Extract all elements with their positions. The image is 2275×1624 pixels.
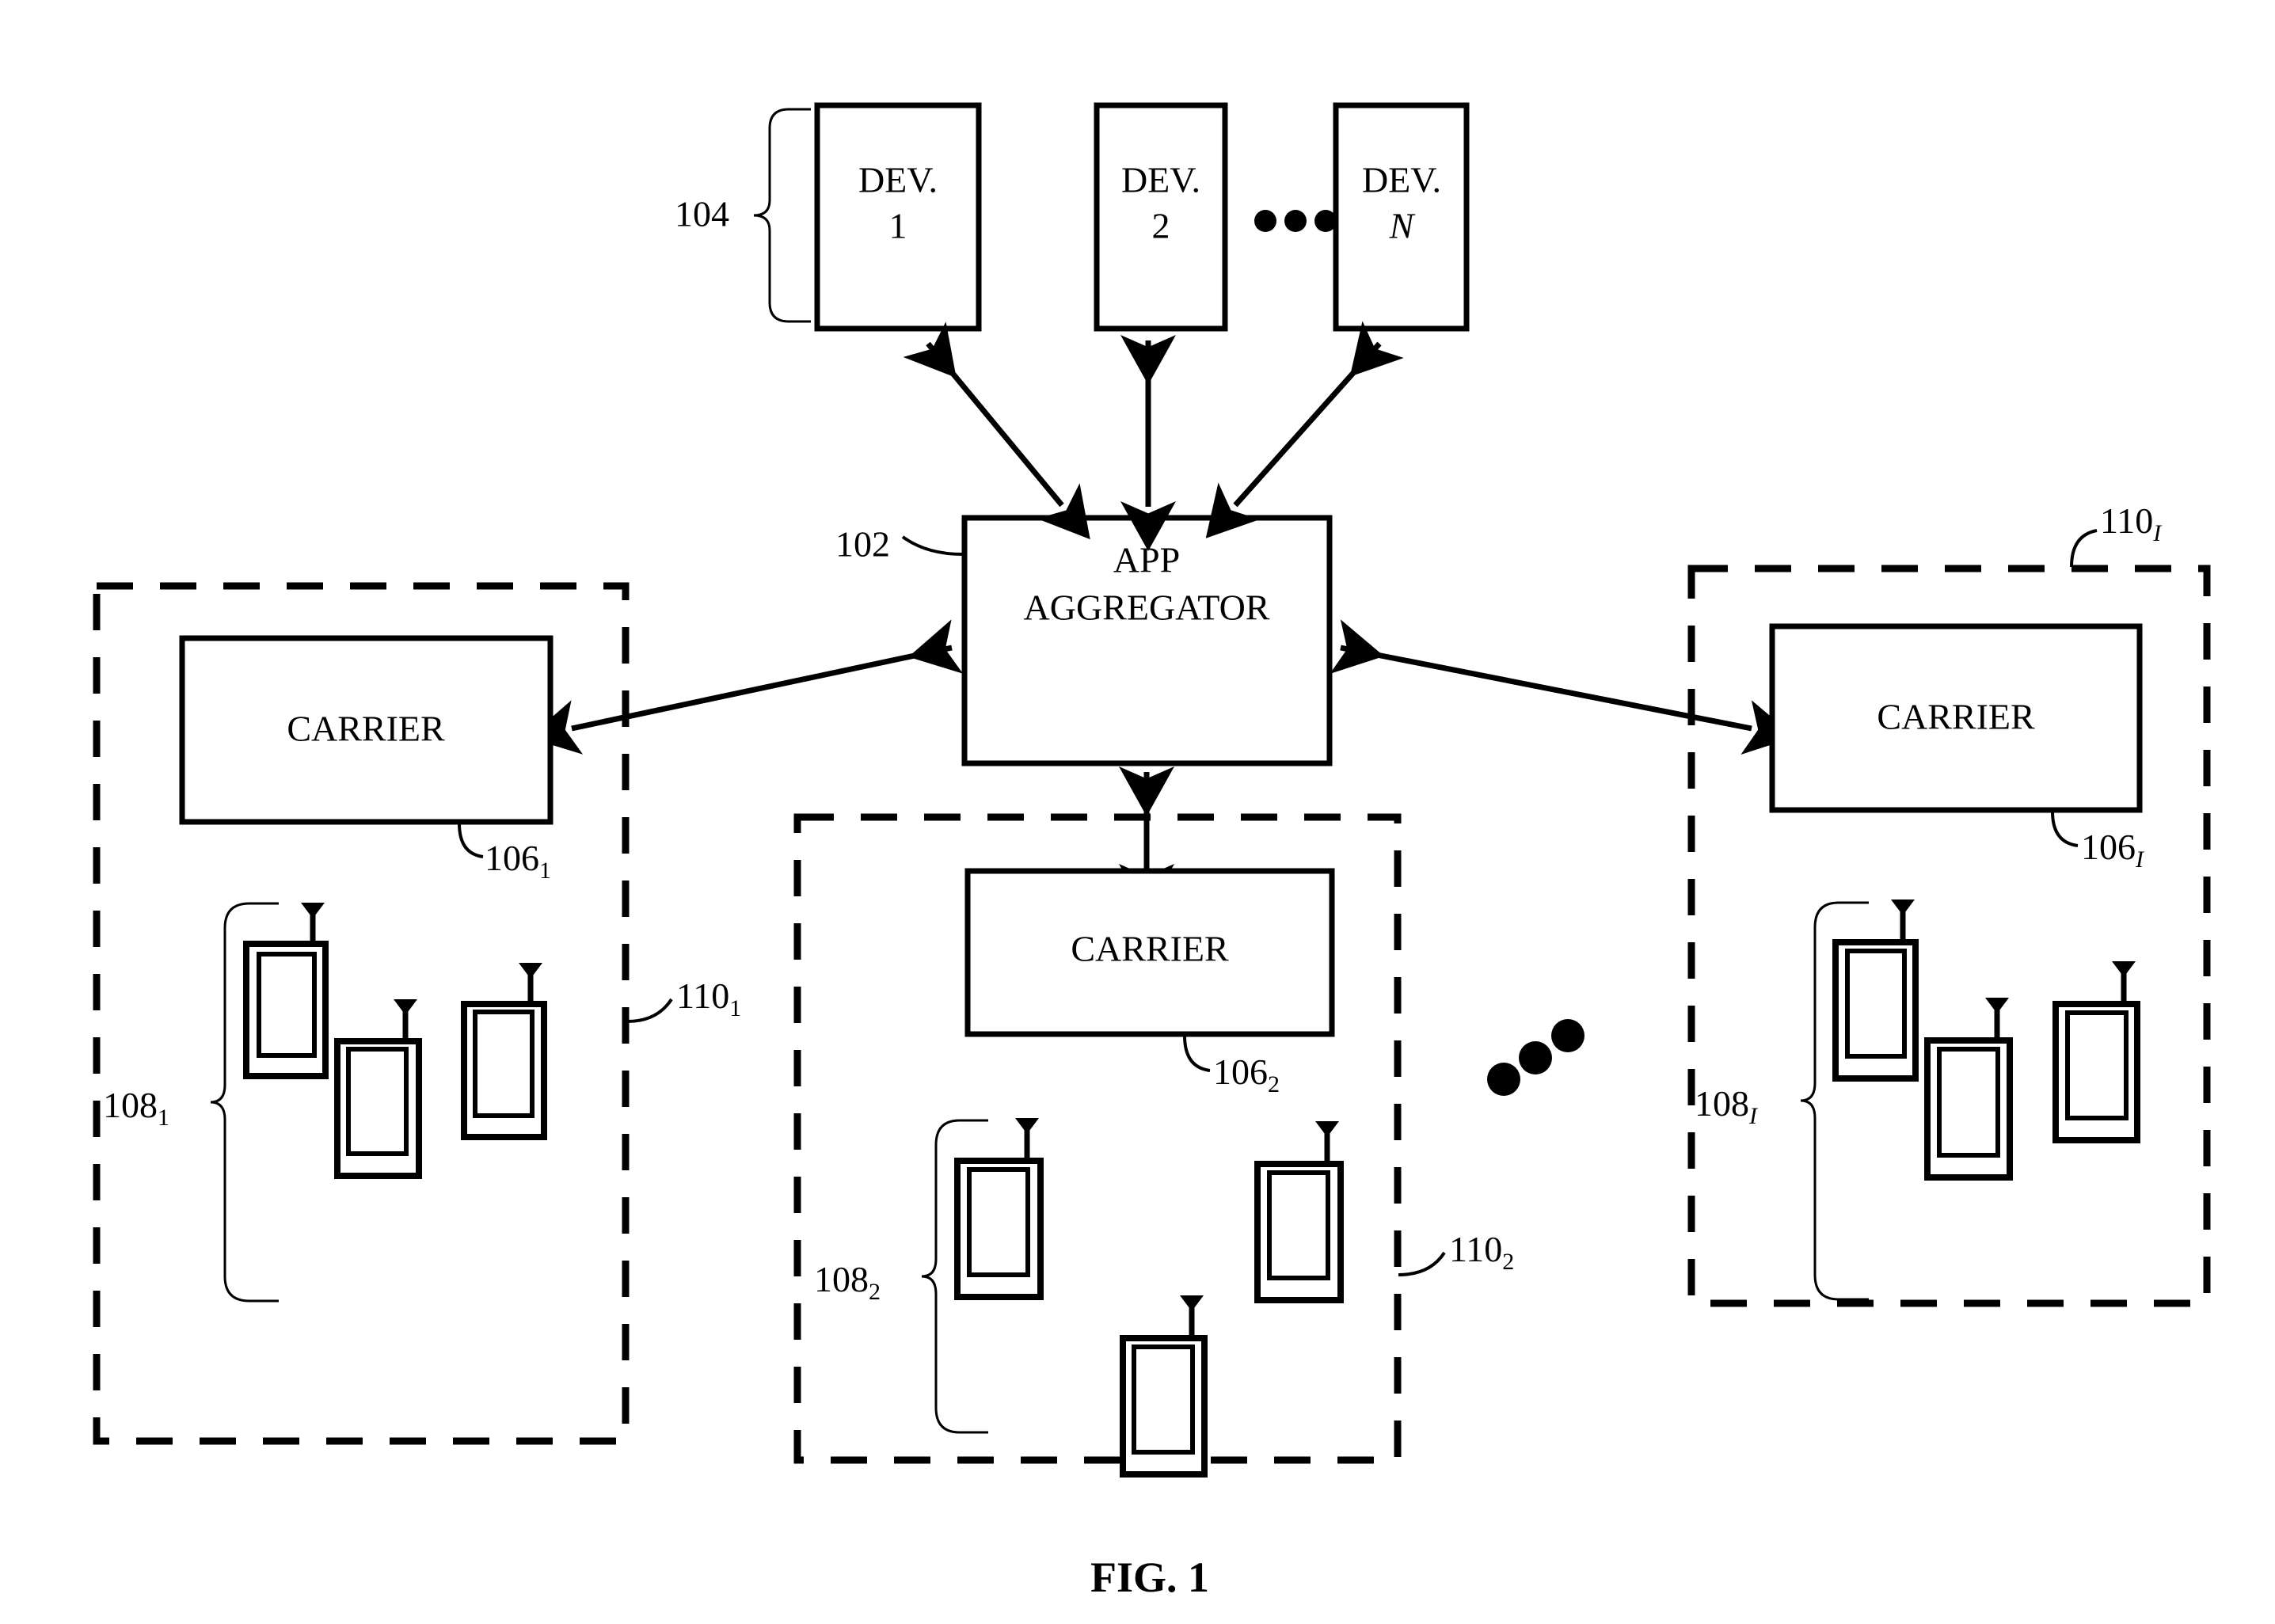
device-box-n-label-line2: N (1389, 206, 1416, 246)
region-ellipsis-icon (1487, 1019, 1585, 1096)
phone-middle-2[interactable] (1120, 1295, 1208, 1478)
device-box-1-label-line1: DEV. (858, 160, 938, 200)
device-group-ref: 104 (675, 194, 729, 234)
carrier-box-left-label: CARRIER (287, 709, 445, 749)
carrier-middle-leader (1183, 1035, 1211, 1072)
device-box-2-label-line1: DEV. (1121, 160, 1200, 200)
phone-middle-3[interactable] (1254, 1121, 1344, 1303)
carrier-right-leader (2051, 811, 2079, 847)
patent-figure: DEV. 1 DEV. 2 DEV. N 104 APP AGGREGATOR … (0, 0, 2275, 1624)
phone-right-1[interactable] (1832, 899, 1919, 1082)
arrow-aggregator-devicen (1205, 321, 1404, 538)
phone-left-2[interactable] (334, 999, 422, 1179)
phone-right-3[interactable] (2052, 961, 2140, 1143)
phone-middle-1[interactable] (954, 1118, 1044, 1300)
app-aggregator-label-line2: AGGREGATOR (1024, 588, 1270, 628)
app-aggregator-ref: 102 (835, 524, 890, 565)
region-middle-leader (1398, 1251, 1446, 1276)
arrow-aggregator-device1 (903, 321, 1090, 540)
phones-middle-ref: 1082 (814, 1259, 881, 1305)
region-left-leader (626, 998, 673, 1023)
carrier-middle-ref: 1062 (1213, 1052, 1280, 1097)
phone-left-3[interactable] (461, 963, 547, 1140)
region-right-ref: 110I (2100, 500, 2163, 546)
diagram-canvas: DEV. 1 DEV. 2 DEV. N 104 APP AGGREGATOR … (93, 102, 2211, 1601)
device-ellipsis-icon (1254, 210, 1337, 232)
device-box-1-label-line2: 1 (889, 206, 907, 246)
region-middle-ref: 1102 (1449, 1229, 1514, 1275)
phones-left-ref: 1081 (103, 1085, 169, 1131)
carrier-right-ref: 106I (2081, 827, 2145, 873)
region-left-ref: 1101 (676, 976, 741, 1021)
device-group-brace (753, 108, 811, 323)
carrier-box-middle-label: CARRIER (1071, 929, 1229, 969)
device-box-n-label-line1: DEV. (1362, 160, 1441, 200)
figure-caption: FIG. 1 (1090, 1554, 1209, 1601)
phone-right-2[interactable] (1924, 998, 2013, 1181)
app-aggregator-leader (901, 535, 964, 556)
app-aggregator-label-line1: APP (1113, 540, 1180, 580)
carrier-left-ref: 1061 (485, 838, 551, 884)
carrier-left-leader (458, 823, 484, 858)
phones-right-ref: 108I (1695, 1083, 1759, 1129)
region-right-leader (2070, 529, 2098, 568)
phone-left-1[interactable] (243, 903, 329, 1079)
device-box-2-label-line2: 2 (1152, 206, 1170, 246)
carrier-box-right-label: CARRIER (1877, 697, 2035, 737)
